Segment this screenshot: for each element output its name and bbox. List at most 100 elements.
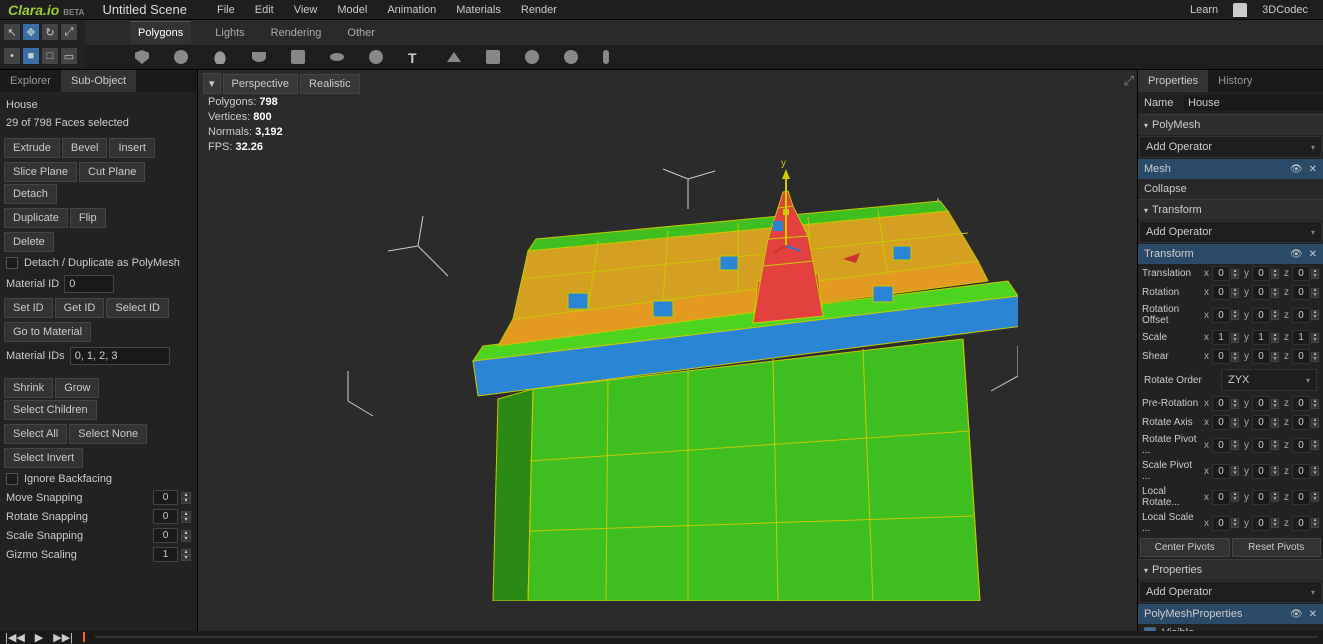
prim-capsule-icon[interactable] (603, 50, 609, 64)
x-input[interactable] (1212, 516, 1230, 531)
x-input[interactable] (1212, 285, 1230, 300)
x-input[interactable] (1212, 266, 1230, 281)
goto-material-button[interactable]: Go to Material (4, 322, 91, 342)
tab-lights[interactable]: Lights (213, 22, 246, 44)
x-input[interactable] (1212, 308, 1230, 323)
material-id-input[interactable] (64, 275, 114, 293)
select-edge[interactable]: □ (42, 48, 58, 64)
x-input[interactable] (1212, 396, 1230, 411)
y-input[interactable] (1252, 396, 1270, 411)
left-tab-explorer[interactable]: Explorer (0, 70, 61, 92)
prim-ellipse-icon[interactable] (330, 53, 344, 61)
timeline-play[interactable]: ▶ (35, 631, 43, 644)
y-input[interactable] (1252, 516, 1270, 531)
prim-torus-icon[interactable] (369, 50, 383, 64)
y-input[interactable] (1252, 415, 1270, 430)
z-input[interactable] (1292, 415, 1310, 430)
reset-pivots-button[interactable]: Reset Pivots (1232, 538, 1322, 557)
z-input[interactable] (1292, 266, 1310, 281)
y-input[interactable] (1252, 330, 1270, 345)
y-input[interactable] (1252, 438, 1270, 453)
menu-file[interactable]: File (217, 4, 235, 16)
learn-link[interactable]: Learn (1190, 4, 1218, 16)
eye-icon[interactable] (1290, 248, 1303, 260)
y-input[interactable] (1252, 349, 1270, 364)
y-input[interactable] (1252, 490, 1270, 505)
prim-plane-icon[interactable] (291, 50, 305, 64)
right-tab-properties[interactable]: Properties (1138, 70, 1208, 92)
y-input[interactable] (1252, 464, 1270, 479)
name-input[interactable] (1184, 95, 1323, 111)
z-input[interactable] (1292, 516, 1310, 531)
bevel-button[interactable]: Bevel (62, 138, 108, 158)
properties-header[interactable]: Properties (1138, 559, 1323, 580)
detach-button[interactable]: Detach (4, 184, 57, 204)
prim-flag-icon[interactable] (486, 50, 500, 64)
cutplane-button[interactable]: Cut Plane (79, 162, 145, 182)
username[interactable]: 3DCodec (1262, 4, 1308, 16)
shrink-button[interactable]: Shrink (4, 378, 53, 398)
menu-edit[interactable]: Edit (255, 4, 274, 16)
tool-rotate[interactable]: ↻ (42, 24, 58, 40)
mesh-row[interactable]: Mesh (1138, 159, 1323, 179)
select-invert-button[interactable]: Select Invert (4, 448, 83, 468)
menu-render[interactable]: Render (521, 4, 557, 16)
spin-down[interactable]: ▾ (181, 555, 191, 561)
left-tab-subobject[interactable]: Sub-Object (61, 70, 136, 92)
select-object[interactable]: ▭ (61, 48, 77, 64)
y-input[interactable] (1252, 285, 1270, 300)
prim-cup-icon[interactable] (252, 52, 266, 62)
y-input[interactable] (1252, 266, 1270, 281)
spin-down[interactable]: ▾ (181, 517, 191, 523)
z-input[interactable] (1292, 396, 1310, 411)
viewport-menu-toggle[interactable]: ▾ (203, 73, 221, 94)
x-input[interactable] (1212, 330, 1230, 345)
spin-down[interactable]: ▾ (181, 536, 191, 542)
selectid-button[interactable]: Select ID (106, 298, 169, 318)
add-operator-1[interactable]: Add Operator (1139, 136, 1322, 158)
tab-other[interactable]: Other (345, 22, 377, 44)
select-vertex[interactable]: • (4, 48, 20, 64)
tool-move[interactable]: ✥ (23, 24, 39, 40)
timeline-prev[interactable]: |◀◀ (5, 631, 25, 644)
polymesh-header[interactable]: PolyMesh (1138, 114, 1323, 135)
add-operator-3[interactable]: Add Operator (1139, 581, 1322, 603)
grow-button[interactable]: Grow (55, 378, 99, 398)
shade-mode-button[interactable]: Realistic (300, 74, 360, 94)
duplicate-button[interactable]: Duplicate (4, 208, 68, 228)
close-icon[interactable] (1309, 608, 1317, 620)
view-mode-button[interactable]: Perspective (223, 74, 298, 94)
user-icon[interactable] (1233, 3, 1247, 17)
viewport-expand-icon[interactable]: ⤢ (1124, 73, 1134, 89)
tab-rendering[interactable]: Rendering (269, 22, 324, 44)
x-input[interactable] (1212, 438, 1230, 453)
x-input[interactable] (1212, 349, 1230, 364)
eye-icon[interactable] (1290, 163, 1303, 175)
select-children-button[interactable]: Select Children (4, 400, 97, 420)
collapse-button[interactable]: Collapse (1138, 179, 1323, 199)
tool-scale[interactable]: ⤢ (61, 24, 77, 40)
tool-cursor[interactable]: ↖ (4, 24, 20, 40)
setid-button[interactable]: Set ID (4, 298, 53, 318)
z-input[interactable] (1292, 438, 1310, 453)
transform-item[interactable]: Transform (1138, 244, 1323, 264)
detach-polymesh-checkbox[interactable] (6, 257, 18, 269)
z-input[interactable] (1292, 330, 1310, 345)
rotate-order-select[interactable]: ZYX (1221, 369, 1317, 391)
tab-polygons[interactable]: Polygons (130, 21, 191, 44)
polymesh-props-row[interactable]: PolyMeshProperties (1138, 604, 1323, 624)
timeline-next[interactable]: ▶▶| (53, 631, 73, 644)
select-face[interactable]: ■ (23, 48, 39, 64)
z-input[interactable] (1292, 349, 1310, 364)
snap-input-1[interactable] (153, 509, 178, 524)
add-operator-2[interactable]: Add Operator (1139, 221, 1322, 243)
prim-cone-icon[interactable] (447, 52, 461, 62)
menu-animation[interactable]: Animation (387, 4, 436, 16)
snap-input-2[interactable] (153, 528, 178, 543)
menu-materials[interactable]: Materials (456, 4, 501, 16)
z-input[interactable] (1292, 464, 1310, 479)
close-icon[interactable] (1309, 163, 1317, 175)
timeline-track[interactable] (95, 636, 1318, 638)
center-pivots-button[interactable]: Center Pivots (1140, 538, 1230, 557)
viewport-3d-model[interactable]: y (318, 101, 1018, 601)
